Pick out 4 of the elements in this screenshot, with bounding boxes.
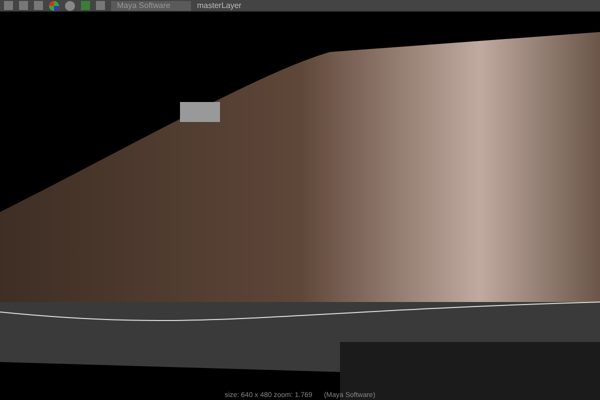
render-layer-label: masterLayer — [197, 0, 242, 12]
color-wheel-icon[interactable] — [49, 0, 59, 10]
renderer-dropdown[interactable]: Maya Software — [111, 0, 191, 10]
sphere-icon[interactable] — [65, 0, 75, 10]
